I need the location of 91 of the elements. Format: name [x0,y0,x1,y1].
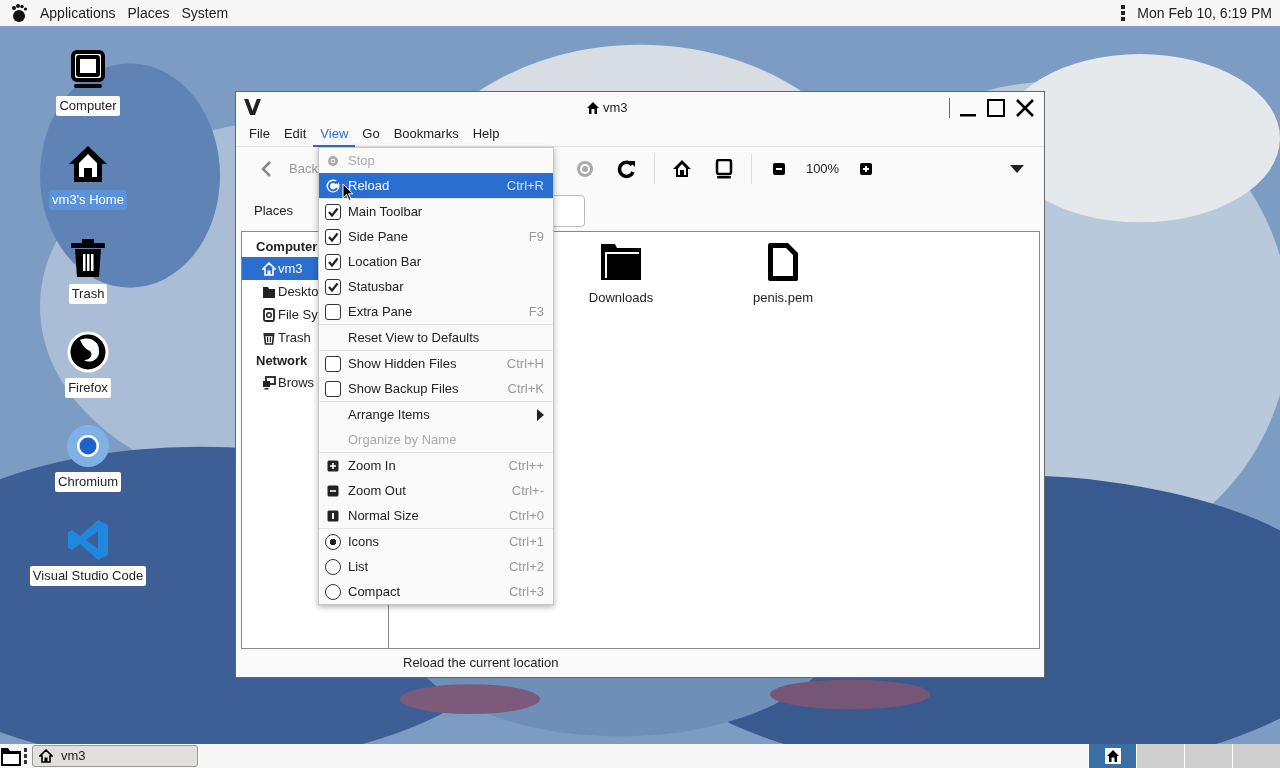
file-name[interactable]: penis.pem [753,288,813,308]
home-icon[interactable] [671,159,692,179]
menu-item[interactable]: Compact Ctrl+3 [319,579,553,604]
chevron-left-icon [260,160,272,178]
workspace-switcher-cell[interactable] [1232,744,1280,768]
desktop-icon-label[interactable]: Trash [68,284,108,304]
menu-bar-item[interactable]: Bookmarks [386,121,466,148]
workspace-switcher-cell[interactable] [1136,744,1184,768]
menu-item[interactable]: Normal Size Ctrl+0 [319,503,553,528]
submenu-arrow-icon [537,408,544,421]
checkbox[interactable] [325,228,341,245]
desktop-icon-label[interactable]: Visual Studio Code [29,566,147,586]
radio-button[interactable] [325,583,341,600]
checkbox[interactable] [325,278,341,295]
menu-bar-item[interactable]: File [242,121,277,148]
maximize-icon[interactable] [986,97,1006,118]
home-icon [262,261,276,276]
app-logo: V [244,94,262,122]
desktop-icon-label[interactable]: Chromium [55,472,121,492]
menu-item[interactable]: Reset View to Defaults [319,325,553,350]
zoom-in-icon [326,458,340,473]
menu-item[interactable]: Arrange Items [319,402,553,427]
radio-button[interactable] [325,533,341,550]
taskbar-button[interactable]: vm3 [32,745,198,767]
menu-bar-item[interactable]: Help [465,121,507,148]
checkbox[interactable] [325,303,341,320]
shortcut-text: Ctrl+3 [508,582,544,601]
menu-item[interactable]: Reload Ctrl+R [319,173,553,198]
checkbox[interactable] [325,355,341,372]
ring-logo-icon[interactable] [66,424,110,468]
shortcut-text: Ctrl++ [508,456,544,475]
menu-item[interactable]: Extra Pane F3 [319,299,553,324]
panel-menu[interactable]: Applications [40,2,116,24]
drive-icon [262,307,276,322]
folder-icon[interactable] [0,745,22,767]
shortcut-text: Ctrl+R [506,176,544,195]
status-text: Reload the current location [403,654,559,673]
monitor-icon[interactable] [713,159,734,179]
shortcut-text: Ctrl+K [507,379,544,398]
close-icon[interactable] [1014,96,1036,119]
window-title: vm3 [603,99,628,117]
shortcut-text: F9 [528,227,544,246]
menu-item[interactable]: Main Toolbar [319,199,553,224]
menu-item[interactable]: Icons Ctrl+1 [319,529,553,554]
home-icon [586,100,600,115]
section-heading: Computer [256,238,318,256]
reload-icon [326,178,340,193]
shortcut-text: Ctrl+- [511,481,544,500]
panel-menu[interactable]: Places [127,2,170,24]
zoom-out-icon [326,483,340,498]
shortcut-text: Ctrl+0 [508,506,544,525]
shortcut-text: Ctrl+H [506,354,544,373]
fox-globe-icon[interactable] [66,330,110,374]
menu-bar-item[interactable]: Go [355,121,387,148]
workspace-switcher-cell[interactable] [1184,744,1232,768]
menu-item[interactable]: Show Hidden Files Ctrl+H [319,351,553,376]
normal-size-icon [326,508,340,523]
menu-item[interactable]: Zoom In Ctrl++ [319,453,553,478]
checkbox[interactable] [325,380,341,397]
reload-icon[interactable] [616,159,637,179]
network-icon [262,375,276,390]
menu-item[interactable]: Side Pane F9 [319,224,553,249]
stop-icon [326,153,340,168]
file-icon[interactable] [766,242,800,282]
side-pane-title[interactable]: Places [254,201,294,221]
desktop-icon-label[interactable]: Firefox [65,378,111,398]
file-name[interactable]: Downloads [588,288,654,308]
menu-item[interactable]: List Ctrl+2 [319,554,553,579]
menu-item[interactable]: Zoom Out Ctrl+- [319,478,553,503]
menu-item[interactable]: Show Backup Files Ctrl+K [319,376,553,401]
home-icon [39,749,53,763]
menu-bar-item[interactable]: Edit [276,121,314,148]
clock-text: Mon Feb 10, 6:19 PM [1137,3,1272,23]
folder-icon[interactable] [599,242,643,282]
home-icon [1104,748,1121,764]
folder-icon [262,284,276,299]
panel-menu[interactable]: System [181,2,229,24]
checkbox[interactable] [325,253,341,270]
shortcut-text: Ctrl+2 [508,557,544,576]
handle-icon[interactable] [1121,5,1126,21]
section-heading: Network [256,352,308,370]
radio-button[interactable] [325,558,341,575]
zoom-level: 100% [805,160,840,179]
desktop-icon-label[interactable]: Computer [56,96,120,116]
shortcut-text: F3 [528,302,544,321]
trash-can-icon [262,330,276,345]
checkbox[interactable] [325,203,341,220]
shortcut-text: Ctrl+1 [508,532,544,551]
caret-down-icon[interactable] [1010,165,1024,173]
workspace-switcher-cell[interactable] [1088,744,1136,768]
handle-icon[interactable] [22,747,30,765]
